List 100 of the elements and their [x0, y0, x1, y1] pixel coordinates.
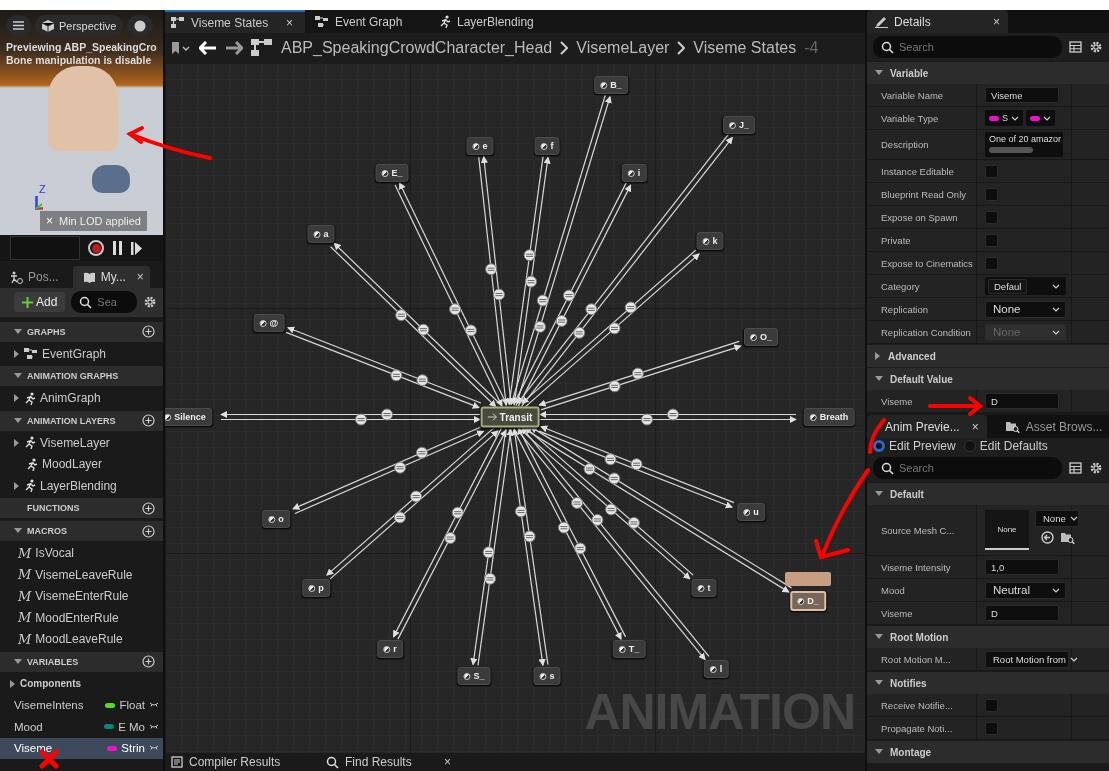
macro-item[interactable]: M MoodLeaveRule — [0, 628, 163, 650]
radio-button[interactable] — [873, 440, 885, 452]
add-icon[interactable] — [142, 655, 155, 668]
tree-item[interactable]: EventGraph — [0, 343, 163, 365]
category-header[interactable]: Montage — [867, 740, 1109, 763]
checkbox[interactable] — [985, 210, 998, 224]
forward-arrow-icon[interactable] — [225, 41, 243, 55]
radio-option[interactable]: Edit Preview — [873, 439, 956, 453]
transition-arrow[interactable] — [326, 426, 499, 580]
tree-item[interactable]: LayerBlending — [0, 475, 163, 497]
checkbox[interactable] — [985, 164, 998, 178]
state-node[interactable]: D_ — [790, 591, 826, 611]
close-icon[interactable]: × — [444, 755, 451, 769]
timeline-field[interactable] — [10, 236, 80, 260]
section-header[interactable]: FUNCTIONS — [0, 498, 163, 518]
section-header[interactable]: ANIMATION LAYERS — [0, 410, 163, 431]
breadcrumb-link[interactable]: ABP_SpeakingCrowdCharacter_Head — [281, 39, 553, 57]
state-node[interactable]: k — [696, 232, 724, 250]
state-node[interactable]: t — [691, 579, 717, 597]
panel-tab[interactable]: Asset Brows... — [986, 415, 1109, 438]
asset-dropdown[interactable]: None — [1035, 510, 1079, 527]
close-icon[interactable]: × — [136, 270, 144, 284]
expand-arrow-icon[interactable] — [14, 394, 20, 403]
transition-arrow[interactable] — [527, 426, 793, 593]
add-icon[interactable] — [142, 501, 155, 515]
transition-arrow[interactable] — [508, 427, 549, 667]
transition-arrow[interactable] — [330, 242, 500, 408]
tree-item[interactable]: AnimGraph — [0, 387, 163, 409]
notice-close-button[interactable]: × — [46, 214, 53, 228]
step-forward-button[interactable] — [131, 241, 142, 255]
text-field[interactable]: Viseme — [985, 87, 1059, 103]
state-node[interactable]: Transit — [480, 406, 540, 428]
section-header[interactable]: GRAPHS — [0, 321, 163, 342]
transition-arrow[interactable] — [521, 426, 694, 580]
text-field[interactable]: D — [985, 393, 1059, 409]
container-type-dropdown[interactable] — [1026, 110, 1055, 126]
category-header[interactable]: Notifies — [867, 671, 1109, 694]
collapse-arrow-icon[interactable] — [14, 328, 22, 335]
close-icon[interactable]: × — [993, 14, 1000, 29]
checkbox[interactable] — [985, 256, 998, 270]
record-button[interactable] — [88, 240, 104, 256]
expand-arrow-icon[interactable] — [14, 481, 20, 490]
state-node[interactable]: @ — [253, 314, 285, 332]
close-icon[interactable]: × — [971, 419, 979, 434]
state-node[interactable]: B_ — [594, 76, 628, 94]
transition-arrow[interactable] — [394, 182, 508, 407]
transition-arrow[interactable] — [220, 410, 481, 424]
asset-thumbnail[interactable]: None — [985, 510, 1029, 550]
category-header[interactable]: Variable — [867, 61, 1109, 84]
transition-arrow[interactable] — [478, 155, 512, 407]
add-button[interactable]: Add — [14, 292, 66, 312]
perspective-button[interactable]: Perspective — [35, 15, 124, 36]
settings-icon[interactable] — [143, 295, 157, 309]
section-header[interactable]: MACROS — [0, 521, 163, 541]
bottom-tab[interactable]: Find Results × — [326, 755, 451, 769]
category-header[interactable]: Default — [867, 482, 1109, 505]
panel-tab[interactable]: Anim Previe... × — [867, 415, 987, 438]
checkbox[interactable] — [985, 721, 998, 735]
section-header[interactable]: VARIABLES — [0, 651, 163, 672]
macro-item[interactable]: M VisemeEnterRule — [0, 585, 163, 607]
collapse-arrow-icon[interactable] — [875, 376, 883, 382]
viewport-menu-button[interactable] — [6, 15, 31, 36]
state-node[interactable]: a — [307, 225, 335, 243]
tree-item[interactable]: VisemeLayer — [0, 432, 163, 454]
macro-item[interactable]: M VisemeLeaveRule — [0, 564, 163, 586]
collapse-arrow-icon[interactable] — [14, 373, 22, 379]
bookmark-dropdown-icon[interactable] — [171, 41, 191, 55]
collapse-arrow-icon[interactable] — [14, 417, 22, 424]
category-item[interactable]: Components — [0, 673, 163, 695]
collapse-arrow-icon[interactable] — [875, 491, 883, 497]
state-node[interactable]: S_ — [457, 667, 491, 685]
category-header[interactable]: Advanced — [867, 344, 1109, 367]
dropdown[interactable]: None — [985, 300, 1066, 318]
collapse-arrow-icon[interactable] — [875, 634, 883, 640]
state-node[interactable]: Breath — [803, 408, 855, 426]
close-icon[interactable]: × — [286, 15, 293, 30]
add-icon[interactable] — [142, 524, 155, 538]
breadcrumb-link[interactable]: VisemeLayer — [576, 39, 670, 57]
variable-item[interactable]: Viseme Strin — [0, 737, 163, 759]
bottom-tab[interactable]: Compiler Results — [171, 755, 296, 769]
table-view-icon[interactable] — [1069, 41, 1082, 53]
collapse-arrow-icon[interactable] — [14, 528, 22, 534]
table-view-icon[interactable] — [1069, 462, 1082, 474]
state-node[interactable]: u — [737, 503, 765, 521]
type-dropdown[interactable]: S — [985, 110, 1023, 126]
collapse-arrow-icon[interactable] — [14, 658, 22, 665]
use-selected-icon[interactable] — [1041, 531, 1054, 544]
state-node[interactable]: o — [262, 510, 290, 528]
search-field[interactable]: Search — [873, 457, 1062, 479]
state-node[interactable]: p — [302, 579, 330, 597]
pause-button[interactable] — [112, 241, 123, 255]
state-node[interactable]: f — [534, 137, 560, 155]
panel-tab[interactable]: Pos... — [0, 266, 65, 288]
transition-arrow[interactable] — [470, 428, 514, 666]
transition-arrow[interactable] — [516, 133, 733, 408]
lighting-button[interactable] — [127, 15, 154, 36]
radio-button[interactable] — [963, 440, 976, 452]
search-field[interactable]: Search — [873, 36, 1062, 58]
transition-arrow[interactable] — [517, 426, 710, 661]
expand-arrow-icon[interactable] — [10, 679, 16, 688]
